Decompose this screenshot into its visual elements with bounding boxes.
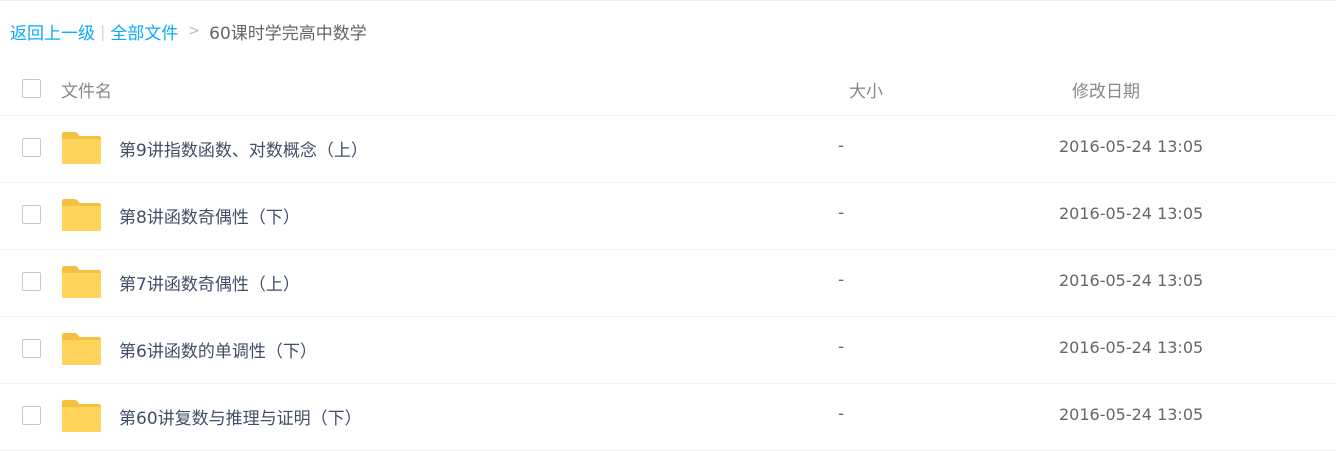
file-size: - <box>838 203 845 223</box>
file-size: - <box>838 136 845 156</box>
table-row[interactable]: 第7讲函数奇偶性（上） - 2016-05-24 13:05 <box>0 250 1336 317</box>
row-checkbox[interactable] <box>22 272 41 291</box>
table-row[interactable]: 第6讲函数的单调性（下） - 2016-05-24 13:05 <box>0 317 1336 384</box>
row-checkbox[interactable] <box>22 339 41 358</box>
file-name[interactable]: 第60讲复数与推理与证明（下） <box>119 404 362 429</box>
file-size: - <box>838 270 845 290</box>
file-modified-date: 2016-05-24 13:05 <box>1059 405 1204 424</box>
breadcrumb-separator: | <box>100 21 106 41</box>
table-row[interactable]: 第9讲指数函数、对数概念（上） - 2016-05-24 13:05 <box>0 116 1336 183</box>
folder-icon <box>61 332 102 366</box>
breadcrumb: 返回上一级 | 全部文件 > 60课时学完高中数学 <box>10 19 367 44</box>
breadcrumb-arrow: > <box>188 23 201 39</box>
column-header-modified[interactable]: 修改日期 <box>1072 77 1140 102</box>
table-header: 文件名 大小 修改日期 <box>0 64 1336 116</box>
current-folder-label: 60课时学完高中数学 <box>209 23 367 44</box>
file-modified-date: 2016-05-24 13:05 <box>1059 204 1204 223</box>
folder-icon <box>61 265 102 299</box>
file-name[interactable]: 第6讲函数的单调性（下） <box>119 337 317 362</box>
folder-icon <box>61 399 102 433</box>
row-checkbox[interactable] <box>22 205 41 224</box>
table-row[interactable]: 第60讲复数与推理与证明（下） - 2016-05-24 13:05 <box>0 384 1336 451</box>
file-size: - <box>838 337 845 357</box>
folder-icon <box>61 131 102 165</box>
file-name[interactable]: 第8讲函数奇偶性（下） <box>119 203 300 228</box>
file-name[interactable]: 第7讲函数奇偶性（上） <box>119 270 300 295</box>
select-all-checkbox[interactable] <box>22 79 41 98</box>
column-header-size[interactable]: 大小 <box>849 77 883 102</box>
row-checkbox[interactable] <box>22 138 41 157</box>
all-files-link[interactable]: 全部文件 <box>110 19 178 44</box>
folder-icon <box>61 198 102 232</box>
file-modified-date: 2016-05-24 13:05 <box>1059 271 1204 290</box>
file-size: - <box>838 404 845 424</box>
file-modified-date: 2016-05-24 13:05 <box>1059 338 1204 357</box>
back-link[interactable]: 返回上一级 <box>10 19 95 44</box>
file-name[interactable]: 第9讲指数函数、对数概念（上） <box>119 136 368 161</box>
file-modified-date: 2016-05-24 13:05 <box>1059 137 1204 156</box>
top-divider <box>0 0 1336 1</box>
column-header-name[interactable]: 文件名 <box>61 77 112 102</box>
table-row[interactable]: 第8讲函数奇偶性（下） - 2016-05-24 13:05 <box>0 183 1336 250</box>
row-checkbox[interactable] <box>22 406 41 425</box>
